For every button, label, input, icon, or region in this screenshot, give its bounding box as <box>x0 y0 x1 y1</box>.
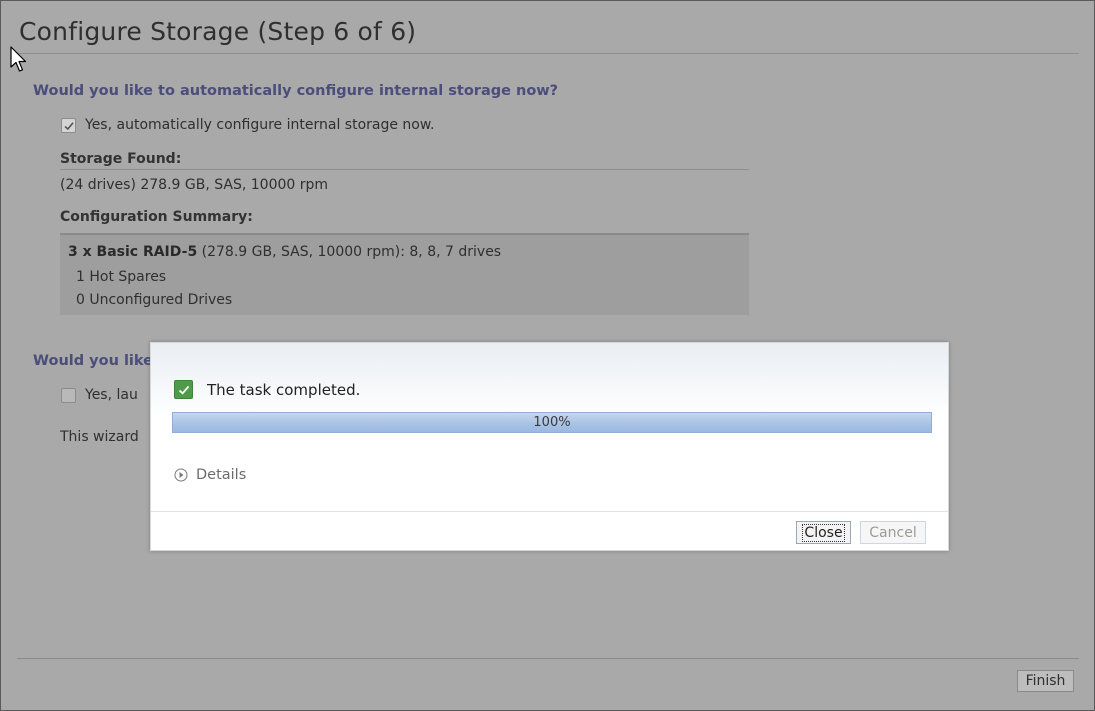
summary-raid-bold: 3 x Basic RAID-5 <box>68 244 198 260</box>
expand-details-icon[interactable] <box>174 468 188 482</box>
mouse-cursor-icon <box>10 46 27 72</box>
details-toggle[interactable]: Details <box>196 467 246 483</box>
cancel-button[interactable]: Cancel <box>860 521 926 544</box>
footer-divider <box>17 658 1079 659</box>
configuration-summary-box: 3 x Basic RAID-5 (278.9 GB, SAS, 10000 r… <box>60 233 749 315</box>
launch-question: Would you like <box>33 353 153 369</box>
wizard-window: Configure Storage (Step 6 of 6) Would yo… <box>0 0 1095 711</box>
task-progress-dialog: The task completed. 100% Details Close C… <box>150 342 949 551</box>
summary-raid-detail: (278.9 GB, SAS, 10000 rpm): 8, 8, 7 driv… <box>197 244 502 260</box>
progress-bar: 100% <box>172 412 932 433</box>
wizard-info-text: This wizard <box>60 429 139 445</box>
auto-configure-question: Would you like to automatically configur… <box>33 83 559 99</box>
summary-unconfigured-drives: 0 Unconfigured Drives <box>76 292 233 308</box>
storage-found-heading: Storage Found: <box>60 151 182 167</box>
task-status-text: The task completed. <box>207 381 361 399</box>
progress-percent: 100% <box>533 415 571 430</box>
summary-raid-line: 3 x Basic RAID-5 (278.9 GB, SAS, 10000 r… <box>68 244 501 260</box>
check-icon <box>64 122 74 131</box>
close-button-label: Close <box>802 523 845 542</box>
close-button[interactable]: Close <box>796 521 851 544</box>
configuration-summary-heading: Configuration Summary: <box>60 209 253 225</box>
success-check-icon <box>174 380 193 399</box>
launch-checkbox-label: Yes, lau <box>85 387 138 403</box>
summary-hot-spares: 1 Hot Spares <box>76 269 167 285</box>
storage-found-value: (24 drives) 278.9 GB, SAS, 10000 rpm <box>60 177 329 193</box>
title-divider <box>17 53 1079 54</box>
finish-button[interactable]: Finish <box>1017 670 1074 692</box>
dialog-footer-divider <box>151 511 948 512</box>
launch-checkbox[interactable] <box>61 388 76 403</box>
auto-configure-checkbox-label: Yes, automatically configure internal st… <box>85 117 435 133</box>
storage-found-divider <box>60 169 749 170</box>
page-title: Configure Storage (Step 6 of 6) <box>19 17 417 46</box>
auto-configure-checkbox[interactable] <box>61 118 76 133</box>
